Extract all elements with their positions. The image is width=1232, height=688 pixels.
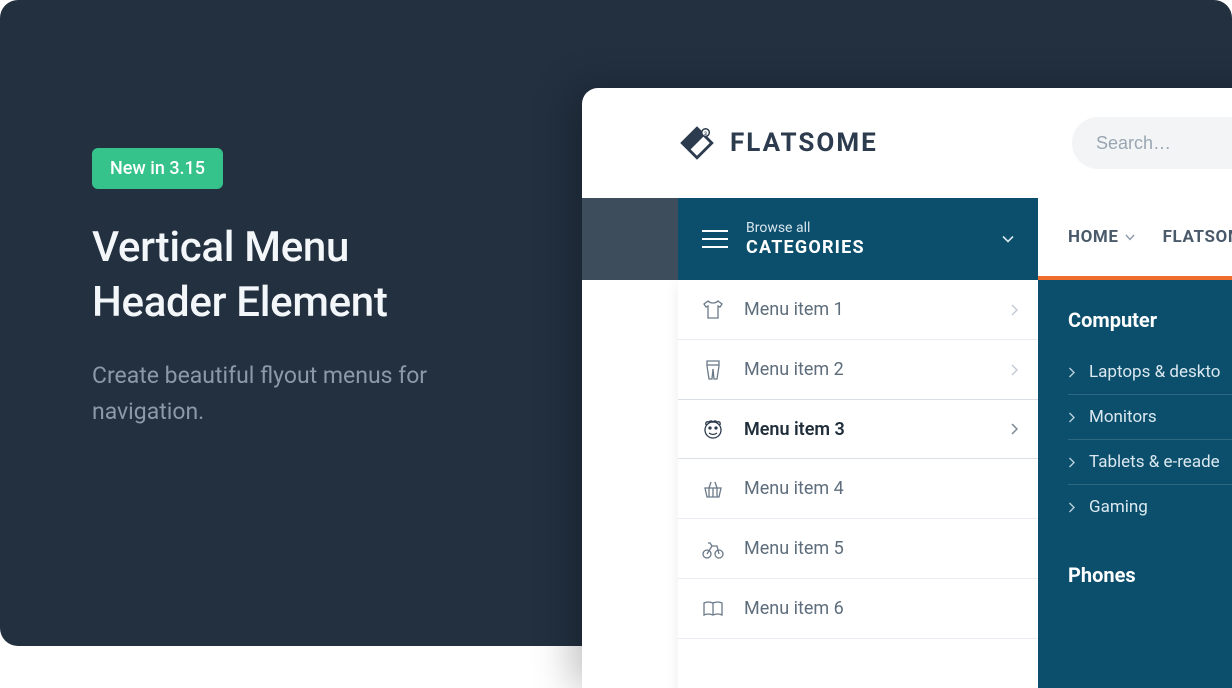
menu-item-label: Menu item 3 bbox=[744, 419, 845, 440]
menu-item-label: Menu item 2 bbox=[744, 359, 844, 380]
flyout-link-label: Tablets & e-reade bbox=[1089, 452, 1220, 472]
browser-mock: 3 FLATSOME Browse all CATEGORIES bbox=[582, 88, 1232, 688]
menu-item-label: Menu item 5 bbox=[744, 538, 844, 559]
menu-item-5[interactable]: Menu item 5 bbox=[678, 519, 1038, 579]
promo-title: Vertical Menu Header Element bbox=[92, 221, 532, 330]
chevron-right-icon bbox=[1010, 423, 1018, 435]
chevron-right-icon bbox=[1068, 412, 1075, 423]
flyout-section-title: Phones bbox=[1068, 563, 1232, 587]
chevron-right-icon bbox=[1010, 364, 1018, 376]
brand-logo[interactable]: 3 FLATSOME bbox=[678, 124, 878, 162]
flyout-link-label: Monitors bbox=[1089, 407, 1157, 427]
menu-item-3[interactable]: Menu item 3 bbox=[678, 399, 1038, 459]
menu-item-2[interactable]: Menu item 2 bbox=[678, 340, 1038, 400]
bike-icon bbox=[700, 536, 726, 562]
menu-item-label: Menu item 4 bbox=[744, 478, 844, 499]
flyout-link[interactable]: Tablets & e-reade bbox=[1068, 440, 1232, 485]
top-nav: HOME FLATSOM bbox=[1038, 198, 1232, 280]
logo-mark-icon: 3 bbox=[678, 124, 716, 162]
promo-title-line1: Vertical Menu bbox=[92, 223, 349, 272]
nav-gutter bbox=[582, 198, 678, 280]
brand-name: FLATSOME bbox=[730, 128, 878, 158]
topnav-label: HOME bbox=[1068, 227, 1119, 247]
content-row: Menu item 1 Menu item 2 bbox=[582, 280, 1232, 688]
flyout-section-computer: Computer Laptops & deskto Monitors Table… bbox=[1068, 308, 1232, 529]
svg-text:3: 3 bbox=[704, 131, 707, 137]
chevron-right-icon bbox=[1010, 304, 1018, 316]
menu-item-label: Menu item 1 bbox=[744, 299, 844, 320]
promo-title-line2: Header Element bbox=[92, 278, 388, 327]
topnav-item-flatsome[interactable]: FLATSOM bbox=[1163, 227, 1232, 247]
chevron-down-icon bbox=[1002, 235, 1014, 243]
menu-item-4[interactable]: Menu item 4 bbox=[678, 459, 1038, 519]
flyout-section-phones: Phones bbox=[1068, 563, 1232, 587]
pants-icon bbox=[700, 357, 726, 383]
topbar: 3 FLATSOME bbox=[582, 88, 1232, 198]
chevron-right-icon bbox=[1068, 457, 1075, 468]
promo-block: New in 3.15 Vertical Menu Header Element… bbox=[92, 148, 532, 429]
chevron-right-icon bbox=[1068, 502, 1075, 513]
search-input[interactable] bbox=[1096, 133, 1232, 154]
promo-canvas: New in 3.15 Vertical Menu Header Element… bbox=[0, 0, 1232, 646]
menu-item-label: Menu item 6 bbox=[744, 598, 844, 619]
nav-row: Browse all CATEGORIES HOME FLATSOM bbox=[582, 198, 1232, 280]
categories-toggle[interactable]: Browse all CATEGORIES bbox=[678, 198, 1038, 280]
face-icon bbox=[700, 416, 726, 442]
search-field[interactable] bbox=[1072, 117, 1232, 169]
flyout-link[interactable]: Monitors bbox=[1068, 395, 1232, 440]
flyout-link[interactable]: Laptops & deskto bbox=[1068, 350, 1232, 395]
flyout-link-label: Gaming bbox=[1089, 497, 1148, 517]
flyout-link[interactable]: Gaming bbox=[1068, 485, 1232, 529]
version-badge: New in 3.15 bbox=[92, 148, 223, 189]
categories-big-text: CATEGORIES bbox=[746, 237, 984, 259]
basket-icon bbox=[700, 476, 726, 502]
book-icon bbox=[700, 596, 726, 622]
topnav-item-home[interactable]: HOME bbox=[1068, 227, 1135, 247]
flyout-panel: Computer Laptops & deskto Monitors Table… bbox=[1038, 280, 1232, 688]
vertical-menu: Menu item 1 Menu item 2 bbox=[678, 280, 1038, 688]
chevron-down-icon bbox=[1125, 234, 1135, 241]
hamburger-icon bbox=[702, 230, 728, 248]
chevron-right-icon bbox=[1068, 367, 1075, 378]
categories-label: Browse all CATEGORIES bbox=[746, 220, 984, 258]
topnav-label: FLATSOM bbox=[1163, 227, 1232, 247]
menu-item-6[interactable]: Menu item 6 bbox=[678, 579, 1038, 639]
categories-small-text: Browse all bbox=[746, 220, 984, 237]
menu-item-1[interactable]: Menu item 1 bbox=[678, 280, 1038, 340]
promo-subtitle: Create beautiful flyout menus for naviga… bbox=[92, 358, 532, 429]
flyout-section-title: Computer bbox=[1068, 308, 1232, 332]
flyout-link-label: Laptops & deskto bbox=[1089, 362, 1220, 382]
tshirt-icon bbox=[700, 297, 726, 323]
